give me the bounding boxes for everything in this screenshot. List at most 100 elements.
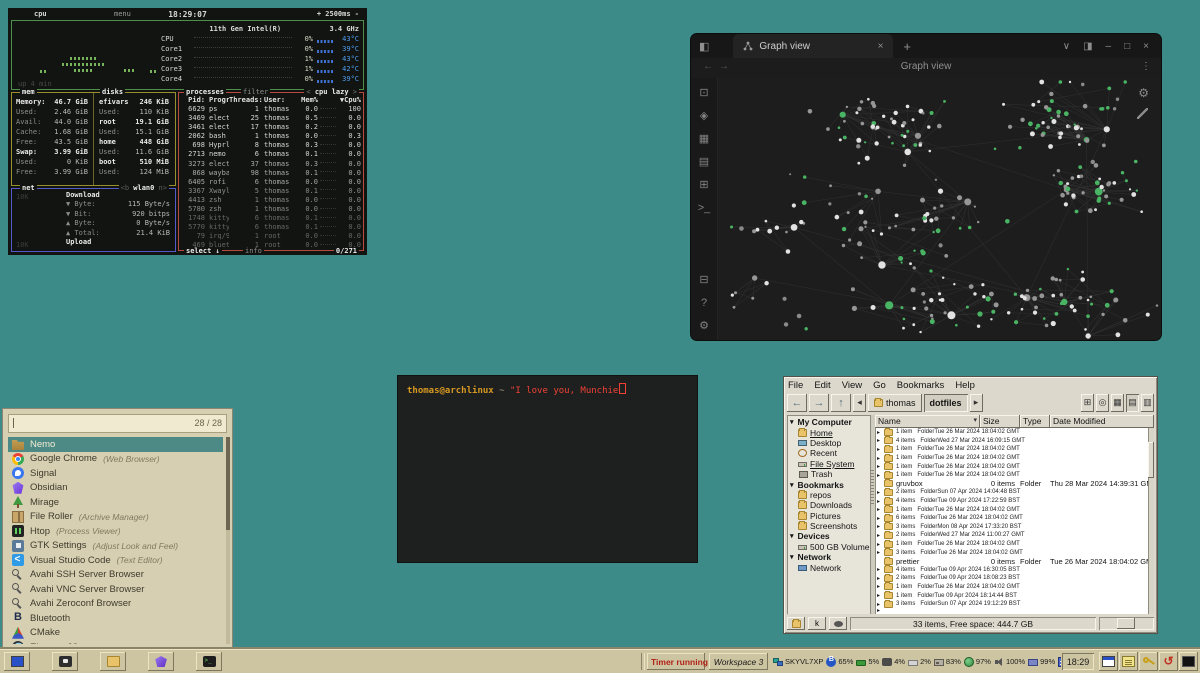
close-icon[interactable]: × — [1143, 41, 1149, 52]
open-terminal-button[interactable]: k — [808, 617, 826, 630]
expander-icon[interactable]: ▸ — [877, 446, 884, 453]
launcher-item[interactable]: Bluetooth — [8, 611, 223, 626]
canvas-icon[interactable]: ▦ — [699, 134, 709, 145]
right-sidebar-toggle-icon[interactable]: ◨ — [1083, 41, 1092, 52]
file-icon[interactable]: ⊡ — [699, 88, 708, 99]
terminal-launcher-button[interactable] — [196, 652, 222, 671]
expander-icon[interactable]: ▸ — [877, 429, 884, 436]
disk-tray-item[interactable]: 83% — [934, 657, 961, 666]
globe-tray-item[interactable]: 97% — [964, 657, 991, 667]
launcher-item[interactable]: Obsidian — [8, 481, 223, 496]
column-header-name[interactable]: Name▾ — [875, 415, 980, 428]
notes-button[interactable] — [1119, 652, 1138, 671]
process-row[interactable]: 79 irq/9-acpi 1 root 0.0 0.0 — [179, 232, 363, 241]
graph-canvas-svg[interactable] — [718, 78, 1161, 340]
sidebar-item[interactable]: Screenshots — [790, 521, 870, 531]
file-row[interactable]: ▸ nvim 2 items Folder Wed 27 Mar 2024 11… — [875, 531, 884, 540]
expander-icon[interactable]: ▸ — [877, 575, 884, 582]
forward-icon[interactable]: → — [719, 61, 729, 72]
expander-icon[interactable]: ▸ — [877, 549, 884, 556]
timer-status-button[interactable]: Timer running — [647, 653, 705, 670]
path-current-button[interactable]: dotfiles — [924, 394, 968, 412]
expander-icon[interactable]: ▸ — [877, 583, 884, 590]
launcher-scrollbar[interactable] — [226, 437, 230, 644]
graph-icon[interactable]: ◈ — [700, 111, 708, 122]
expander-icon[interactable]: ▸ — [877, 472, 884, 479]
process-row[interactable]: 4413 zsh 1 thomas 0.0 0.0 — [179, 196, 363, 205]
forward-button[interactable]: → — [809, 394, 829, 412]
process-row[interactable]: 2062 bash 1 thomas 0.0 0.3 — [179, 132, 363, 141]
file-row[interactable]: ▸ gruvbox 0 items Folder Thu 28 Mar 2024… — [875, 480, 1148, 489]
new-tab-button[interactable]: ⊞ — [1081, 394, 1094, 412]
file-row[interactable]: ▸ polybar 3 items Folder Tue 26 Mar 2024… — [875, 548, 884, 557]
sort-selector[interactable]: < cpu lazy > — [304, 88, 359, 96]
file-row[interactable]: ▸ gpterm 1 item Folder Tue 26 Mar 2024 1… — [875, 471, 884, 480]
files-launcher-button[interactable] — [100, 652, 126, 671]
process-row[interactable]: 6405 rofi 6 thomas 0.0 0.0 — [179, 178, 363, 187]
menu-item[interactable]: View — [842, 380, 862, 391]
file-row[interactable]: ▸ i3 1 item Folder Tue 26 Mar 2024 18:04… — [875, 505, 884, 514]
process-row[interactable]: 868 waybar 98 thomas 0.1 0.0 — [179, 169, 363, 178]
launcher-item[interactable]: File Roller (Archive Manager) — [8, 510, 223, 525]
process-row[interactable]: 6629 ps 1 thomas 0.0 100 — [179, 105, 363, 114]
file-row[interactable]: ▸ systemd 1 item Folder Tue 26 Mar 2024 … — [875, 608, 884, 612]
sidebar-item[interactable]: Home — [790, 427, 870, 437]
sidebar-item[interactable]: Pictures — [790, 511, 870, 521]
path-home-button[interactable]: thomas — [868, 394, 922, 412]
processes-box-label[interactable]: processes — [184, 88, 226, 96]
sidebar-item[interactable]: 500 GB Volume — [790, 542, 870, 552]
launcher-item[interactable]: GTK Settings (Adjust Look and Feel) — [8, 539, 223, 554]
cpu-tray-item[interactable]: 4% — [882, 657, 905, 666]
expander-icon[interactable]: ▸ — [877, 437, 884, 444]
launcher-item[interactable]: Signal — [8, 466, 223, 481]
bluetooth-tray-item[interactable]: 65% — [826, 657, 853, 667]
file-row[interactable]: ▸ prettier 0 items Folder Tue 26 Mar 202… — [875, 557, 1148, 566]
menu-item[interactable]: Go — [873, 380, 886, 391]
memory-tray-item[interactable]: 2% — [908, 657, 931, 666]
list-scrollbar[interactable] — [1148, 428, 1154, 614]
launcher-item[interactable]: Avahi VNC Server Browser — [8, 582, 223, 597]
column-header-size[interactable]: Size — [980, 415, 1020, 428]
new-tab-icon[interactable]: + — [903, 39, 911, 54]
process-row[interactable]: 2713 nemo 6 thomas 0.1 0.0 — [179, 150, 363, 159]
file-row[interactable]: ▸ alacritty 1 item Folder Tue 26 Mar 202… — [875, 428, 884, 437]
minimize-icon[interactable]: – — [1106, 41, 1112, 52]
expander-icon[interactable]: ▸ — [877, 532, 884, 539]
split-view-button[interactable]: ▥ — [1141, 394, 1154, 412]
launcher-item[interactable]: CMake — [8, 626, 223, 641]
icon-view-button[interactable]: ▦ — [1111, 394, 1124, 412]
sidebar-item[interactable]: Network — [790, 562, 870, 572]
sidebar-item[interactable]: Bookmarks — [790, 479, 870, 489]
disks-box-label[interactable]: disks — [100, 88, 125, 96]
menu-item[interactable]: Help — [955, 380, 975, 391]
scrollbar-thumb[interactable] — [871, 470, 874, 504]
graph-canvas[interactable]: ⚙ — [718, 78, 1161, 340]
terminal-window[interactable]: thomas@archlinux ~ "I love you, Munchie — [397, 375, 698, 563]
menu-item[interactable]: File — [788, 380, 803, 391]
left-sidebar-toggle-icon[interactable]: ◧ — [699, 40, 709, 53]
btop-menu-button[interactable]: menu — [114, 10, 131, 18]
list-view-button[interactable]: ▤ — [1126, 394, 1139, 412]
process-table-header[interactable]: Pid: Program: Threads: User: Mem% ▼Cpu% — [179, 95, 363, 105]
sidebar-item[interactable]: repos — [790, 490, 870, 500]
launcher-item[interactable]: Htop (Process Viewer) — [8, 524, 223, 539]
history-button[interactable]: ◂ — [853, 394, 866, 412]
search-button[interactable]: ◎ — [1096, 394, 1109, 412]
template-icon[interactable]: ⊞ — [699, 180, 708, 191]
expander-icon[interactable]: ▸ — [877, 608, 884, 612]
back-icon[interactable]: ← — [703, 61, 713, 72]
file-row[interactable]: ▸ cron 1 item Folder Tue 26 Mar 2024 18:… — [875, 445, 884, 454]
swap-tray-item[interactable]: 99% — [1028, 657, 1055, 666]
launcher-search-input[interactable]: 28 / 28 — [8, 414, 227, 433]
expander-icon[interactable]: ▸ — [877, 592, 884, 599]
file-row[interactable]: ▸ images 6 items Folder Tue 26 Mar 2024 … — [875, 514, 884, 523]
process-row[interactable]: 5770 kitty 6 thomas 0.1 0.0 — [179, 223, 363, 232]
launcher-item[interactable]: Avahi Zeroconf Browser — [8, 597, 223, 612]
path-more-button[interactable]: ▸ — [970, 394, 983, 412]
network-tray-item[interactable]: SKYVL7XP — [773, 657, 823, 667]
horizontal-scrollbar[interactable] — [1099, 617, 1154, 630]
filter-button[interactable]: filter — [241, 88, 270, 96]
sidebar-item[interactable]: Downloads — [790, 500, 870, 510]
tab-list-icon[interactable]: ∨ — [1063, 41, 1070, 52]
process-row[interactable]: 698 Hyprland 8 thomas 0.3 0.0 — [179, 141, 363, 150]
